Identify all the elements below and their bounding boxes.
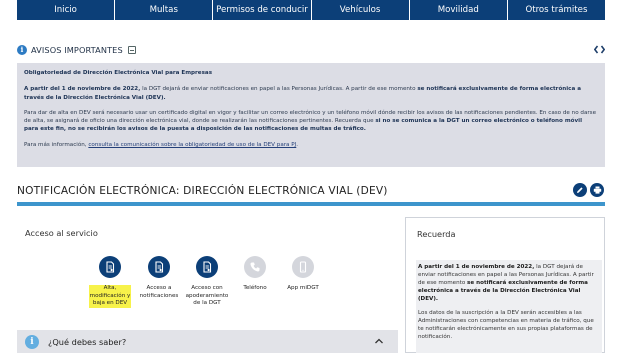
notice-text: la DGT dejará de enviar notificaciones e… — [140, 86, 418, 93]
service-label: Teléfono — [243, 285, 267, 291]
avisos-header: i AVISOS IMPORTANTES — [17, 43, 605, 57]
recuerda-title: Recuerda — [417, 229, 456, 239]
document-icon — [196, 256, 218, 278]
phone-icon — [244, 256, 266, 278]
notice-paragraph-3: Para más información, consulta la comuni… — [24, 141, 598, 149]
recuerda-body: A partir del 1 de noviembre de 2022, la … — [416, 260, 602, 353]
info-icon: i — [17, 45, 27, 55]
collapse-icon[interactable] — [127, 46, 136, 54]
print-button[interactable] — [590, 183, 604, 197]
nav-item-movilidad[interactable]: Movilidad — [410, 0, 508, 20]
chevron-up-icon — [375, 338, 383, 344]
notice-paragraph-1: A partir del 1 de noviembre de 2022, la … — [24, 85, 598, 102]
avisos-title: AVISOS IMPORTANTES — [31, 45, 123, 55]
section-divider — [17, 202, 605, 206]
mobile-app-icon — [292, 256, 314, 278]
service-label: App miDGT — [287, 285, 319, 291]
nav-item-vehiculos[interactable]: Vehículos — [312, 0, 410, 20]
notice-text: Para más información, — [24, 141, 89, 148]
notice-paragraph-2: Para dar de alta en DEV será necesario u… — [24, 109, 598, 134]
printer-icon — [593, 186, 601, 194]
page-title: NOTIFICACIÓN ELECTRÓNICA: DIRECCIÓN ELEC… — [17, 185, 388, 197]
service-label: Acceso a notificaciones — [139, 285, 179, 299]
recuerda-paragraph-2: Los datos de la suscripción a la DEV ser… — [418, 310, 594, 340]
document-icon — [99, 256, 121, 278]
nav-item-inicio[interactable]: Inicio — [17, 0, 116, 20]
notice-text: . — [296, 141, 299, 148]
document-icon — [148, 256, 170, 278]
nav-item-otros-tramites[interactable]: Otros trámites — [508, 0, 605, 20]
faq-label: ¿Qué debes saber? — [48, 336, 127, 347]
main-nav: Inicio Multas Permisos de conducir Vehíc… — [17, 0, 605, 20]
info-icon: i — [25, 334, 39, 349]
service-app-midgt[interactable]: App miDGT — [270, 256, 336, 293]
edit-button[interactable] — [573, 183, 587, 197]
notice-title: Obligatoriedad de Dirección Electrónica … — [24, 70, 213, 76]
faq-accordion[interactable]: i ¿Qué debes saber? — [17, 330, 398, 353]
access-heading: Acceso al servicio — [25, 228, 98, 238]
service-label: Alta, modificación y baja en DEV — [88, 285, 132, 308]
comunicacion-link[interactable]: consulta la comunicación sobre la obliga… — [88, 142, 296, 148]
pencil-icon — [577, 187, 583, 193]
recuerda-date: A partir del 1 de noviembre de 2022, — [418, 264, 535, 270]
code-toggle-icon[interactable] — [594, 45, 605, 54]
notice-date: A partir del 1 de noviembre de 2022, — [24, 86, 141, 93]
recuerda-card: Recuerda A partir del 1 de noviembre de … — [405, 217, 605, 353]
recuerda-paragraph-1: A partir del 1 de noviembre de 2022, la … — [418, 263, 598, 303]
avisos-panel: Obligatoriedad de Dirección Electrónica … — [17, 63, 605, 167]
nav-item-permisos[interactable]: Permisos de conducir — [213, 0, 312, 20]
nav-item-multas[interactable]: Multas — [115, 0, 214, 20]
section-actions — [573, 183, 604, 197]
